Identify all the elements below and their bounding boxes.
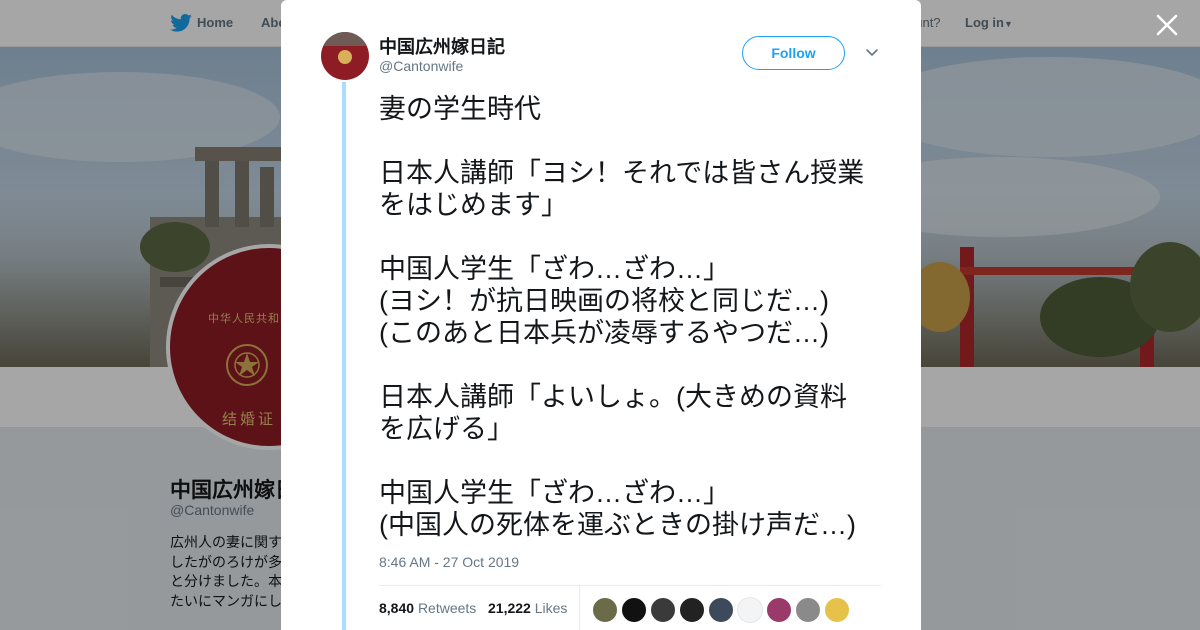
avatar-top-band xyxy=(321,32,369,46)
tweet-line: 妻の学生時代 xyxy=(379,94,541,124)
like-count: 21,222 xyxy=(488,600,531,616)
tweet-paragraph: 中国人学生「ざわ…ざわ…」 (ヨシ！が抗日映画の将校と同じだ…) (このあと日本… xyxy=(379,253,899,349)
tweet-line: (ヨシ！が抗日映画の将校と同じだ…) xyxy=(379,286,829,316)
tweet-paragraph: 妻の学生時代 xyxy=(379,93,899,125)
liker-avatar[interactable] xyxy=(737,597,763,623)
author-handle[interactable]: @Cantonwife xyxy=(379,58,463,74)
avatar-emblem xyxy=(338,50,352,64)
retweet-count: 8,840 xyxy=(379,600,415,616)
tweet-line: を広げる」 xyxy=(379,414,514,444)
tweet-line: 中国人学生「ざわ…ざわ…」 xyxy=(379,478,730,508)
close-icon[interactable] xyxy=(1154,12,1180,38)
retweet-label: Retweets xyxy=(417,600,477,616)
liker-avatar[interactable] xyxy=(650,597,676,623)
liker-avatar[interactable] xyxy=(621,597,647,623)
tweet-paragraph: 日本人講師「よいしょ。(大きめの資料 を広げる」 xyxy=(379,381,899,445)
tweet-line: 中国人学生「ざわ…ざわ…」 xyxy=(379,254,730,284)
stats-divider-top xyxy=(379,585,881,586)
liker-avatar[interactable] xyxy=(824,597,850,623)
tweet-line: をはじめます」 xyxy=(379,190,568,220)
tweet-line: (このあと日本兵が凌辱するやつだ…) xyxy=(379,318,829,348)
chevron-down-icon[interactable] xyxy=(864,47,880,59)
stats-divider-vertical xyxy=(579,586,580,630)
thread-connector-line xyxy=(342,82,346,630)
liker-avatar[interactable] xyxy=(795,597,821,623)
tweet-paragraph: 中国人学生「ざわ…ざわ…」 (中国人の死体を運ぶときの掛け声だ…) xyxy=(379,477,899,541)
tweet-text: 妻の学生時代 日本人講師「ヨシ！それでは皆さん授業 をはじめます」 中国人学生「… xyxy=(379,93,899,541)
author-name[interactable]: 中国広州嫁日記 xyxy=(379,33,505,59)
tweet-permalink-modal: 中国広州嫁日記 @Cantonwife Follow 妻の学生時代 日本人講師「… xyxy=(281,0,921,630)
tweet-line: (中国人の死体を運ぶときの掛け声だ…) xyxy=(379,510,856,540)
like-label: Likes xyxy=(534,600,568,616)
tweet-line: 日本人講師「よいしょ。(大きめの資料 xyxy=(379,382,847,412)
liker-avatar[interactable] xyxy=(766,597,792,623)
tweet-line: 日本人講師「ヨシ！それでは皆さん授業 xyxy=(379,158,865,188)
liker-avatar[interactable] xyxy=(592,597,618,623)
retweet-count-link[interactable]: 8,840 Retweets xyxy=(379,600,476,616)
liker-avatar[interactable] xyxy=(708,597,734,623)
tweet-paragraph: 日本人講師「ヨシ！それでは皆さん授業 をはじめます」 xyxy=(379,157,899,221)
tweet-timestamp[interactable]: 8:46 AM - 27 Oct 2019 xyxy=(379,554,519,570)
author-avatar[interactable] xyxy=(321,32,369,80)
liker-avatar[interactable] xyxy=(679,597,705,623)
like-count-link[interactable]: 21,222 Likes xyxy=(488,600,567,616)
follow-button[interactable]: Follow xyxy=(742,36,845,70)
